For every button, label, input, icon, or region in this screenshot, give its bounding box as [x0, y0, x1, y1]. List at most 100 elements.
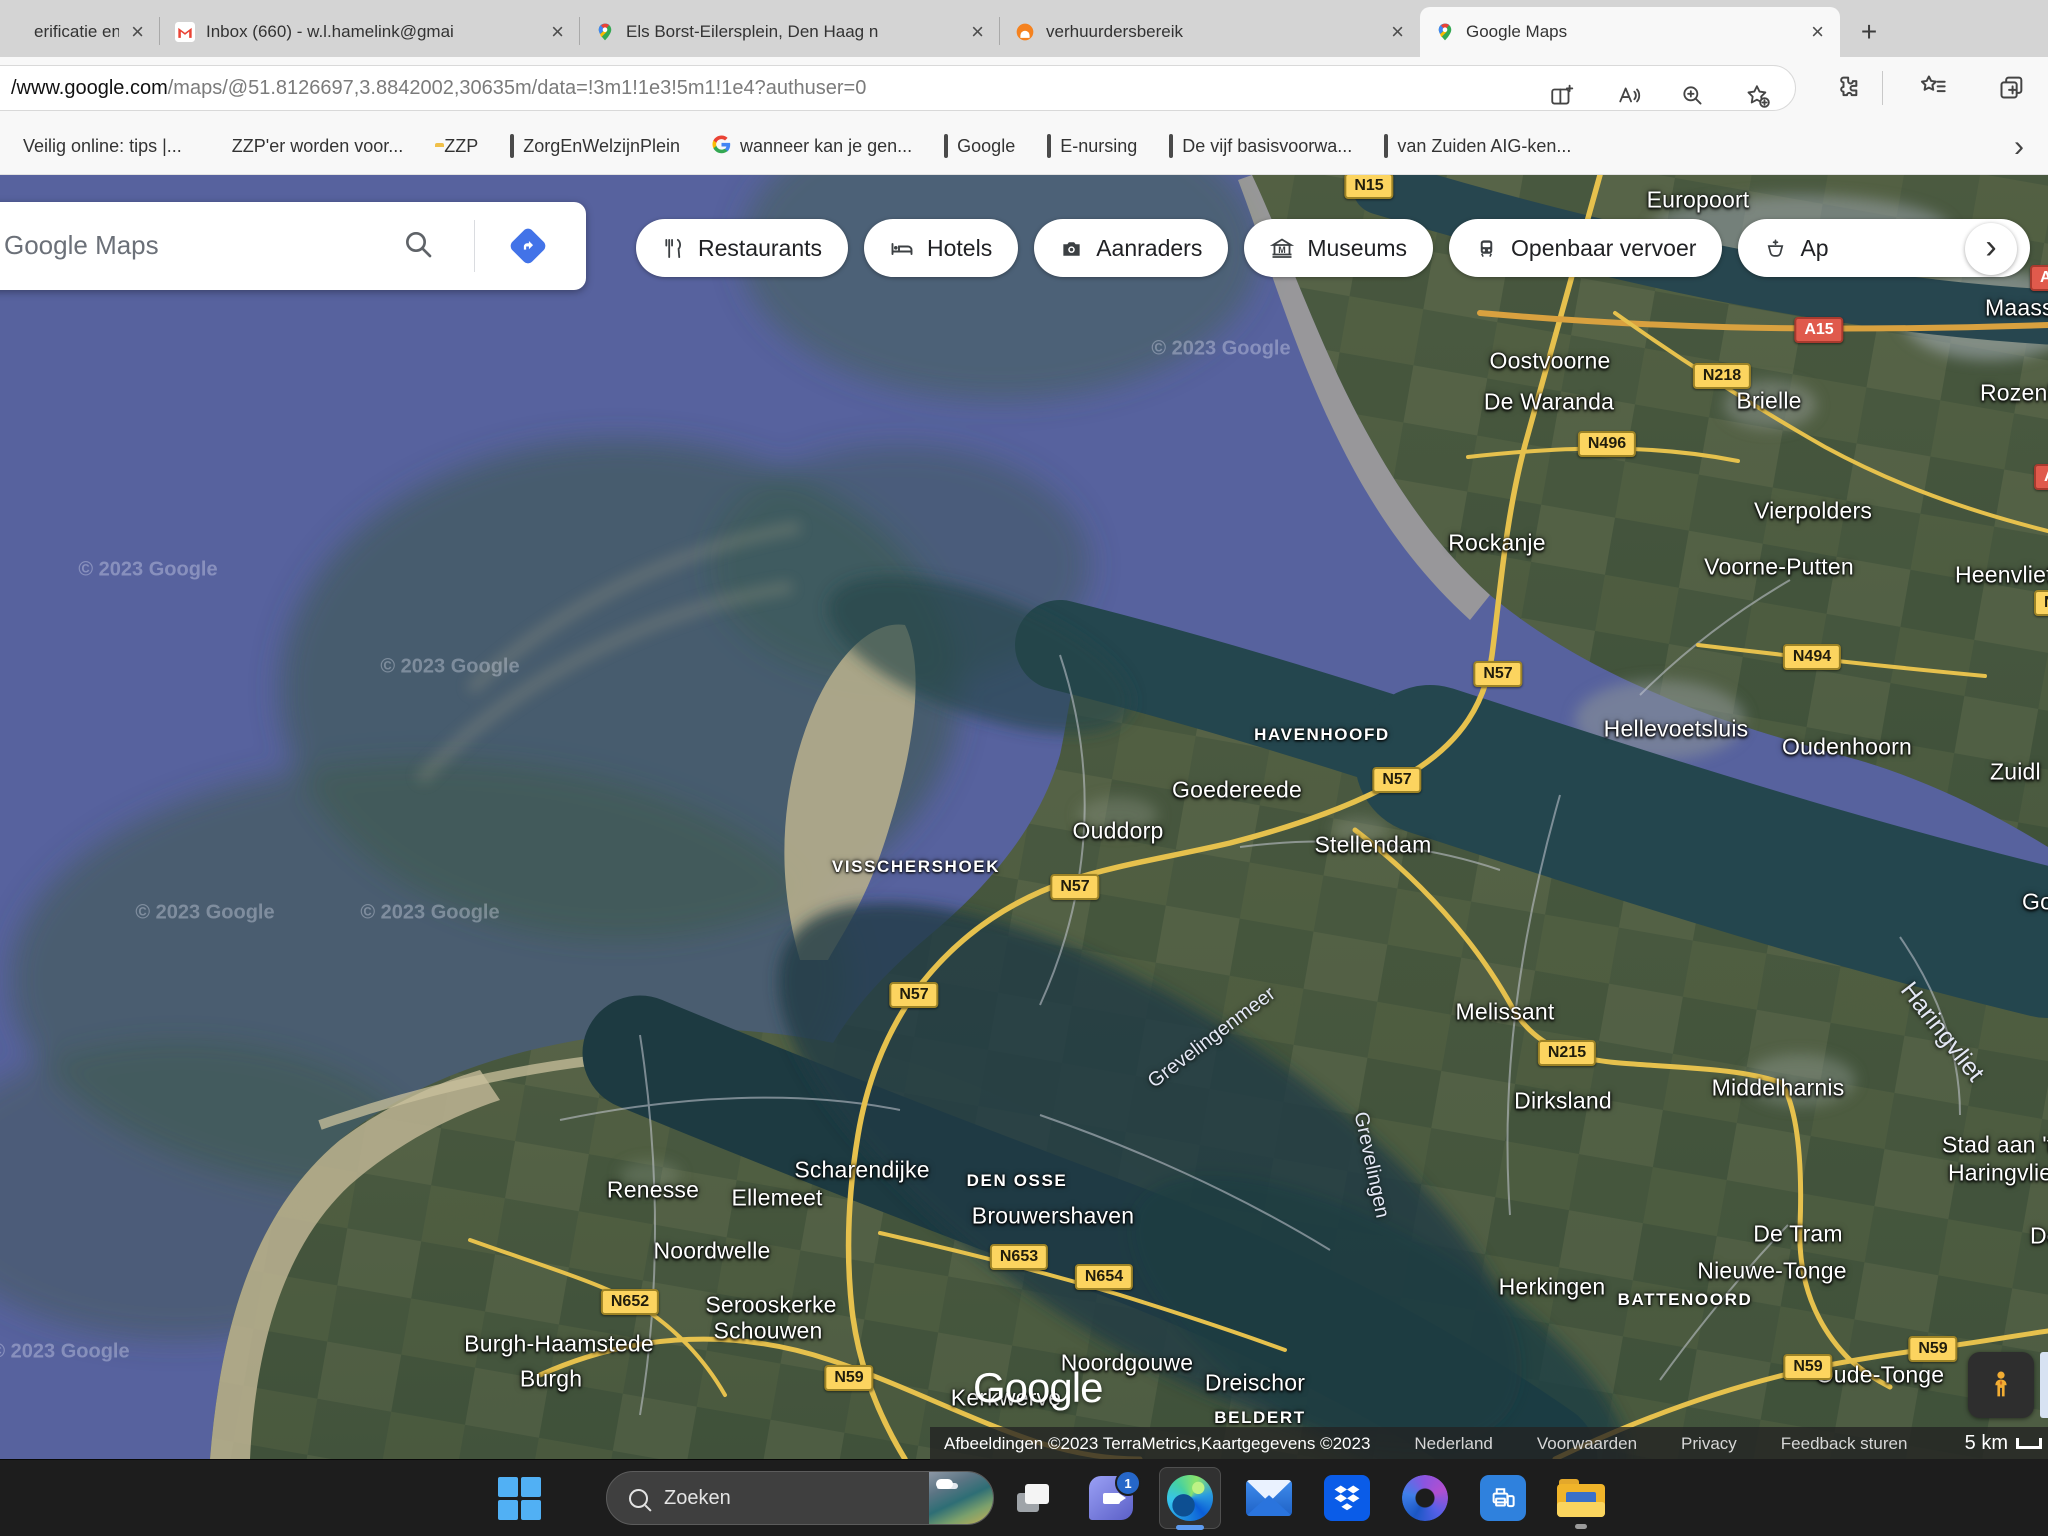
url-text[interactable]: /www.google.com/maps/@51.8126697,3.88420… [11, 77, 1451, 100]
bookmark-label: Google [957, 136, 1015, 157]
task-view-button[interactable] [1003, 1468, 1063, 1528]
bookmark-zzp-er-worden-voor-[interactable]: ZZP'er worden voor... [214, 136, 404, 157]
tab-close-icon[interactable]: × [969, 21, 986, 43]
tab-erificatie-en-v[interactable]: erificatie en v × [0, 7, 160, 57]
road-badge: N654 [1075, 1264, 1133, 1290]
road-badge: N57 [889, 982, 938, 1008]
video-camera-icon [1103, 1493, 1120, 1504]
teams-chat-button[interactable]: 1 [1081, 1468, 1141, 1528]
google-logo: Google [973, 1364, 1102, 1412]
add-favorite-icon[interactable] [1738, 76, 1778, 116]
map-city-label: Oudenhoorn [1782, 734, 1912, 761]
attribution-link-voorwaarden[interactable]: Voorwaarden [1537, 1434, 1637, 1454]
tab-verhuurdersbereik[interactable]: verhuurdersbereik× [1000, 7, 1420, 57]
bookmark-wanneer-kan-je-gen-[interactable]: wanneer kan je gen... [712, 135, 912, 159]
dropbox-button[interactable] [1317, 1468, 1377, 1528]
map-city-label: Rockanje [1448, 530, 1546, 557]
collections-icon[interactable] [1992, 67, 2032, 107]
mail-icon [1246, 1480, 1292, 1516]
bookmark-veilig-online-tips-[interactable]: Veilig online: tips |... [14, 136, 182, 157]
task-view-icon [1017, 1484, 1049, 1512]
favorites-icon[interactable] [1913, 67, 1953, 107]
bookmark-label: ZZP [444, 136, 478, 157]
mail-button[interactable] [1239, 1468, 1299, 1528]
weather-widget[interactable] [929, 1472, 993, 1524]
copyright-watermark: © 2023 Google [0, 1341, 130, 1364]
bookmark-label: ZorgEnWelzijnPlein [523, 136, 680, 157]
bookmark-de-vijf-basisvoorwa-[interactable]: De vijf basisvoorwa... [1169, 136, 1352, 157]
tab-close-icon[interactable]: × [129, 21, 146, 43]
maps-search-input[interactable]: Google Maps [4, 230, 159, 261]
file-explorer-icon [1557, 1479, 1605, 1517]
search-icon[interactable] [402, 228, 434, 265]
file-explorer-button[interactable] [1551, 1468, 1611, 1528]
tab-title: erificatie en v [34, 22, 119, 42]
road-badge: N57 [1473, 661, 1522, 687]
map-area-label: BATTENOORD [1618, 1290, 1753, 1310]
attribution-link-privacy[interactable]: Privacy [1681, 1434, 1737, 1454]
road-badge: N15 [1344, 175, 1393, 199]
start-button[interactable] [489, 1468, 549, 1528]
road-badge: N59 [824, 1365, 873, 1391]
chip-museums[interactable]: MMuseums [1244, 219, 1433, 277]
bookmark-label: ZZP'er worden voor... [232, 136, 404, 157]
minimap-button[interactable] [2040, 1352, 2048, 1418]
map-canvas[interactable]: EuropoortMaassOostvoorneDe WarandaBriell… [0, 175, 2048, 1459]
pegman-control[interactable] [1968, 1352, 2034, 1418]
extensions-icon[interactable] [1827, 67, 1867, 107]
chip-hotels[interactable]: Hotels [864, 219, 1018, 277]
tab-title: Inbox (660) - w.l.hamelink@gmai [206, 22, 539, 42]
taskbar-search[interactable]: Zoeken [606, 1471, 994, 1525]
read-aloud-icon[interactable] [1610, 76, 1650, 116]
chip-aanraders[interactable]: Aanraders [1034, 219, 1228, 277]
chip-openbaar-vervoer[interactable]: Openbaar vervoer [1449, 219, 1722, 277]
attribution-link-nederland[interactable]: Nederland [1414, 1434, 1492, 1454]
edge-browser-button[interactable] [1159, 1467, 1221, 1529]
page-favicon-icon [510, 136, 514, 157]
page-favicon-icon [1384, 136, 1388, 157]
tab-google-maps[interactable]: Google Maps× [1420, 7, 1840, 57]
camera-icon [1060, 237, 1083, 260]
bookmark-e-nursing[interactable]: E-nursing [1047, 136, 1137, 157]
devices-app-button[interactable] [1473, 1468, 1533, 1528]
tab-close-icon[interactable]: × [1389, 21, 1406, 43]
directions-button[interactable] [508, 226, 548, 266]
bookmark-label: Veilig online: tips |... [23, 136, 182, 157]
bookmarks-overflow-chevron-icon[interactable]: › [2014, 135, 2024, 159]
bookmark-zzp[interactable]: ZZP [435, 136, 478, 157]
svg-text:M: M [1279, 245, 1287, 255]
map-city-label: De Tram [1753, 1221, 1843, 1248]
tab-els-borst-eilersplein-den-haag[interactable]: Els Borst-Eilersplein, Den Haag n× [580, 7, 1000, 57]
attribution-link-feedback-sturen[interactable]: Feedback sturen [1781, 1434, 1908, 1454]
bookmark-label: van Zuiden AIG-ken... [1397, 136, 1571, 157]
map-scale: 5 km [1965, 1427, 2042, 1460]
dots-favicon-icon [214, 136, 223, 157]
microsoft-365-button[interactable] [1395, 1468, 1455, 1528]
new-tab-button[interactable]: + [1850, 13, 1888, 51]
chips-next-button[interactable]: › [1965, 223, 2017, 275]
museum-icon: M [1270, 236, 1294, 260]
active-app-indicator [1176, 1525, 1204, 1530]
map-city-label: Go [2022, 889, 2048, 916]
split-screen-icon[interactable] [1542, 76, 1582, 116]
map-city-label: Nieuwe-Tonge [1697, 1258, 1846, 1285]
tab-close-icon[interactable]: × [549, 21, 566, 43]
url-bar[interactable]: /www.google.com/maps/@51.8126697,3.88420… [0, 65, 1796, 111]
zoom-icon[interactable] [1673, 76, 1713, 116]
scale-bar [2016, 1438, 2042, 1449]
tab-inbox-660-w-l-hamelink-gmai[interactable]: Inbox (660) - w.l.hamelink@gmai × [160, 7, 580, 57]
maps-favicon [1434, 21, 1456, 43]
map-city-label: De [2030, 1223, 2048, 1250]
bookmark-zorgenwelzijnplein[interactable]: ZorgEnWelzijnPlein [510, 136, 680, 157]
map-city-label: Burgh-Haamstede [464, 1331, 654, 1358]
toolbar-separator [1882, 71, 1883, 105]
taskbar-search-label: Zoeken [664, 1487, 731, 1510]
pharmacy-icon [1764, 237, 1787, 260]
road-badge: N496 [1578, 431, 1636, 457]
bookmark-google[interactable]: Google [944, 136, 1015, 157]
transit-icon [1475, 237, 1498, 260]
tab-close-icon[interactable]: × [1809, 21, 1826, 43]
map-water-label: Grevelingen [1349, 1110, 1394, 1220]
chip-restaurants[interactable]: Restaurants [636, 219, 848, 277]
bookmark-van-zuiden-aig-ken-[interactable]: van Zuiden AIG-ken... [1384, 136, 1571, 157]
